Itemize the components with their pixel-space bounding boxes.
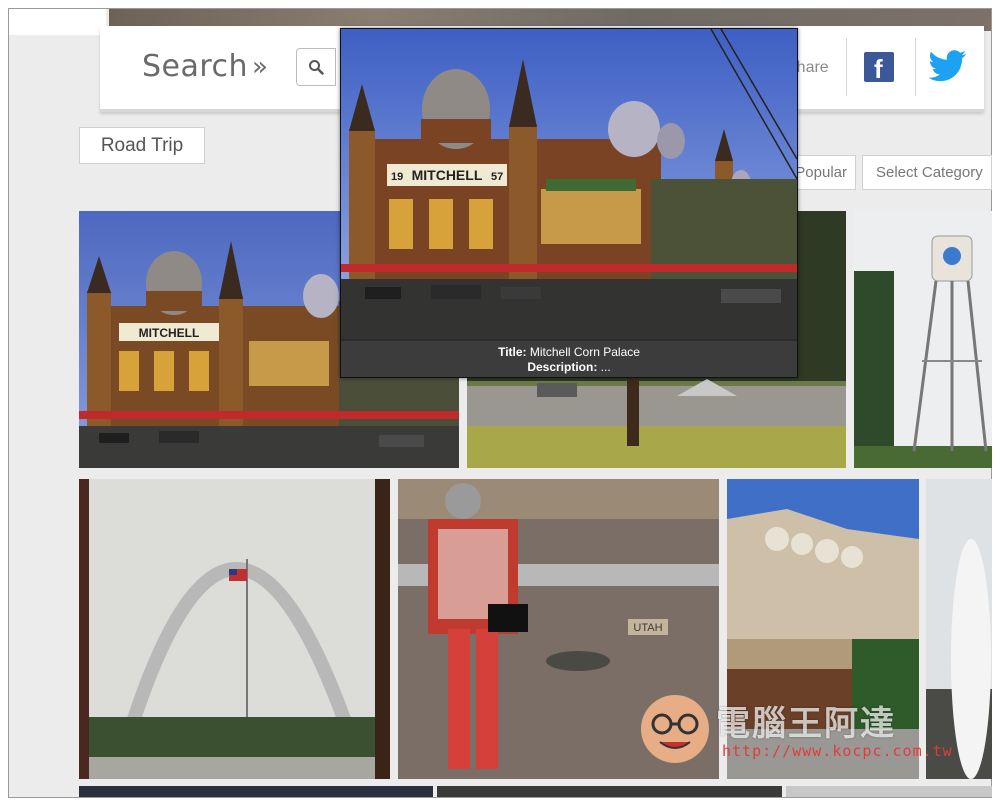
tooltip-sign-left: 19: [391, 171, 403, 183]
svg-text:UTAH: UTAH: [633, 622, 662, 634]
watermark-text: 電腦王阿達: [716, 704, 896, 744]
tooltip-title-label: Title:: [498, 345, 527, 359]
gallery-photo-geyser[interactable]: [926, 479, 992, 779]
search-icon: [309, 60, 324, 75]
gallery-photo-row3-2[interactable]: [437, 786, 782, 797]
tooltip-image: MITCHELL 19 57: [341, 29, 797, 339]
tooltip-sign-right: 57: [491, 171, 503, 183]
svg-text:57: 57: [491, 171, 503, 183]
svg-text:MITCHELL: MITCHELL: [412, 167, 483, 183]
gallery-photo-row3-3[interactable]: [786, 786, 992, 797]
facebook-icon: f: [874, 54, 883, 84]
svg-text:19: 19: [391, 171, 403, 183]
watermark-url: http://www.kocpc.com.tw: [722, 742, 953, 760]
gallery-photo-row3-1[interactable]: [79, 786, 433, 797]
twitter-icon[interactable]: [928, 50, 968, 84]
tooltip-caption: Title: Mitchell Corn Palace Description:…: [341, 341, 797, 377]
gallery-photo-water-tower[interactable]: [854, 211, 992, 468]
tooltip-description-label: Description:: [527, 360, 598, 374]
search-input[interactable]: [296, 48, 336, 86]
tooltip-title-value: Mitchell Corn Palace: [529, 345, 640, 359]
category-tag-road-trip[interactable]: Road Trip: [79, 127, 205, 164]
divider: [915, 38, 916, 96]
gallery-sign-text: MITCHELL: [139, 326, 200, 340]
facebook-share-button[interactable]: f: [864, 52, 894, 84]
svg-text:MITCHELL: MITCHELL: [139, 326, 200, 340]
search-label[interactable]: Search: [142, 49, 248, 84]
gallery-photo-gateway-arch[interactable]: [79, 479, 390, 779]
tooltip-description-value: ...: [600, 360, 611, 374]
double-chevron-right-icon[interactable]: »: [252, 52, 268, 82]
watermark-mascot-icon: [641, 695, 709, 763]
gallery-state-marker: UTAH: [633, 622, 662, 634]
photo-preview-tooltip: MITCHELL 19 57 Title: Mitchell Corn Pala…: [340, 28, 798, 378]
top-left-panel: [9, 9, 106, 35]
select-category-dropdown[interactable]: Select Category: [862, 155, 992, 190]
divider: [846, 38, 847, 96]
tooltip-sign-text: MITCHELL: [412, 167, 483, 183]
